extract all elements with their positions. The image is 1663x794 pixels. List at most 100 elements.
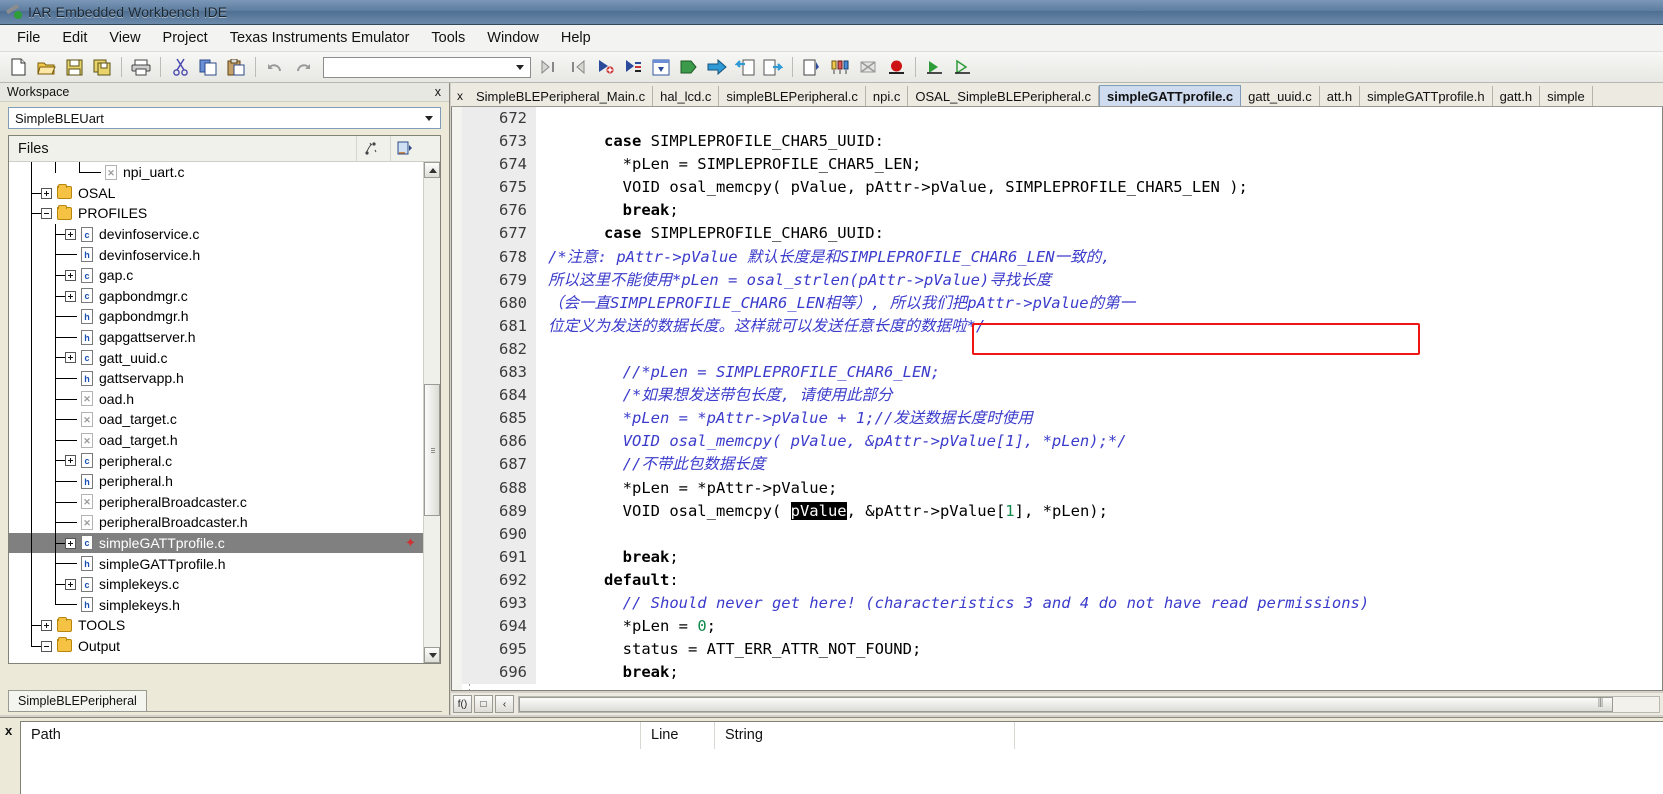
- editor-tab-npi-c[interactable]: npi.c: [866, 86, 908, 106]
- run-to-cursor-icon[interactable]: [950, 55, 976, 80]
- overview-icon[interactable]: [363, 141, 379, 157]
- tree-item-oad-target-h[interactable]: ✕oad_target.h: [9, 430, 423, 451]
- stop-build-icon[interactable]: [732, 55, 758, 80]
- code-line[interactable]: 689 VOID osal_memcpy( pValue, &pAttr->pV…: [462, 500, 1662, 523]
- print-icon[interactable]: [128, 55, 154, 80]
- expand-icon[interactable]: [65, 352, 76, 363]
- tree-item-devinfoservice-h[interactable]: hdevinfoservice.h: [9, 244, 423, 265]
- code-line[interactable]: 674 *pLen = SIMPLEPROFILE_CHAR5_LEN;: [462, 153, 1662, 176]
- find-combo[interactable]: [323, 57, 531, 78]
- expand-icon[interactable]: [65, 270, 76, 281]
- editor-tab-simplebleperipheral-main-c[interactable]: SimpleBLEPeripheral_Main.c: [469, 86, 653, 106]
- editor-tab-att-h[interactable]: att.h: [1320, 86, 1360, 106]
- code-line[interactable]: 695 status = ATT_ERR_ATTR_NOT_FOUND;: [462, 638, 1662, 661]
- goto-bookmark-icon[interactable]: [620, 55, 646, 80]
- workspace-tab-simplebleperipheral[interactable]: SimpleBLEPeripheral: [8, 690, 147, 711]
- split-view-button[interactable]: □: [474, 695, 493, 713]
- column-string[interactable]: String: [715, 722, 1015, 749]
- hscroll-track[interactable]: [518, 696, 1660, 713]
- collapse-icon[interactable]: [41, 641, 52, 652]
- tree-item-gattservapp-h[interactable]: hgattservapp.h: [9, 368, 423, 389]
- editor-tab-hal-lcd-c[interactable]: hal_lcd.c: [653, 86, 719, 106]
- code-line[interactable]: 672: [462, 107, 1662, 130]
- close-icon[interactable]: x: [5, 723, 12, 738]
- disable-breakpoints-icon[interactable]: [855, 55, 881, 80]
- run-icon[interactable]: [922, 55, 948, 80]
- copy-icon[interactable]: [195, 55, 221, 80]
- tree-item-gapgattserver-h[interactable]: hgapgattserver.h: [9, 327, 423, 348]
- editor-tab-osal-simplebleperipheral-c[interactable]: OSAL_SimpleBLEPeripheral.c: [908, 86, 1099, 106]
- code-line[interactable]: 683 //*pLen = SIMPLEPROFILE_CHAR6_LEN;: [462, 361, 1662, 384]
- tree-item-gatt-uuid-c[interactable]: cgatt_uuid.c: [9, 347, 423, 368]
- tree-item-profiles[interactable]: PROFILES: [9, 203, 423, 224]
- macro-icon[interactable]: [827, 55, 853, 80]
- code-line[interactable]: 681位定义为发送的数据长度。这样就可以发送任意长度的数据啦*/: [462, 315, 1662, 338]
- editor-horizontal-scrollbar[interactable]: f() □ ‹: [451, 693, 1663, 715]
- code-line[interactable]: 691 break;: [462, 546, 1662, 569]
- tree-item-npi-uart-c[interactable]: ✕npi_uart.c: [9, 162, 423, 183]
- close-icon[interactable]: x: [435, 85, 441, 99]
- code-line[interactable]: 682: [462, 338, 1662, 361]
- file-tree-scrollbar[interactable]: [423, 162, 440, 663]
- menu-texas-instruments-emulator[interactable]: Texas Instruments Emulator: [219, 27, 421, 49]
- editor-tab-simple[interactable]: simple: [1540, 86, 1593, 106]
- tree-item-gapbondmgr-c[interactable]: cgapbondmgr.c: [9, 286, 423, 307]
- tree-item-oad-target-c[interactable]: ✕oad_target.c: [9, 409, 423, 430]
- scroll-up-icon[interactable]: [424, 162, 440, 178]
- code-line[interactable]: 690: [462, 523, 1662, 546]
- expand-icon[interactable]: [65, 538, 76, 549]
- tree-item-simplekeys-c[interactable]: csimplekeys.c: [9, 574, 423, 595]
- close-icon[interactable]: x: [451, 86, 469, 106]
- code-line[interactable]: 684 /*如果想发送带包长度, 请使用此部分: [462, 384, 1662, 407]
- tree-item-osal[interactable]: OSAL: [9, 183, 423, 204]
- code-line[interactable]: 673 case SIMPLEPROFILE_CHAR5_UUID:: [462, 130, 1662, 153]
- editor-tab-gatt-h[interactable]: gatt.h: [1493, 86, 1541, 106]
- hscroll-thumb[interactable]: [519, 697, 1613, 712]
- make-icon[interactable]: [676, 55, 702, 80]
- save-icon[interactable]: [61, 55, 87, 80]
- tree-item-peripheral-c[interactable]: cperipheral.c: [9, 450, 423, 471]
- editor-tab-gatt-uuid-c[interactable]: gatt_uuid.c: [1241, 86, 1320, 106]
- tree-item-peripheralbroadcaster-h[interactable]: ✕peripheralBroadcaster.h: [9, 512, 423, 533]
- expand-icon[interactable]: [65, 579, 76, 590]
- column-path[interactable]: Path: [21, 722, 641, 749]
- menu-file[interactable]: File: [6, 27, 51, 49]
- code-line[interactable]: 696 break;: [462, 661, 1662, 684]
- editor-tab-simplegattprofile-c[interactable]: simpleGATTprofile.c: [1099, 85, 1241, 106]
- code-editor[interactable]: 672673 case SIMPLEPROFILE_CHAR5_UUID:674…: [451, 107, 1663, 691]
- menu-help[interactable]: Help: [550, 27, 602, 49]
- redo-icon[interactable]: [290, 55, 316, 80]
- project-selector[interactable]: SimpleBLEUart: [8, 107, 441, 129]
- code-line[interactable]: 676 break;: [462, 199, 1662, 222]
- function-button[interactable]: f(): [453, 695, 472, 713]
- code-line[interactable]: 677 case SIMPLEPROFILE_CHAR6_UUID:: [462, 222, 1662, 245]
- code-line[interactable]: 694 *pLen = 0;: [462, 615, 1662, 638]
- toggle-bookmark-icon[interactable]: [592, 55, 618, 80]
- find-next-icon[interactable]: [564, 55, 590, 80]
- undo-icon[interactable]: [262, 55, 288, 80]
- code-line[interactable]: 692 default:: [462, 569, 1662, 592]
- expand-icon[interactable]: [41, 188, 52, 199]
- collapse-icon[interactable]: [41, 208, 52, 219]
- tree-item-oad-h[interactable]: ✕oad.h: [9, 389, 423, 410]
- find-previous-icon[interactable]: [536, 55, 562, 80]
- tree-item-gapbondmgr-h[interactable]: hgapbondmgr.h: [9, 306, 423, 327]
- code-line[interactable]: 686 VOID osal_memcpy( pValue, &pAttr->pV…: [462, 430, 1662, 453]
- menu-project[interactable]: Project: [152, 27, 219, 49]
- tree-item-simplekeys-h[interactable]: hsimplekeys.h: [9, 594, 423, 615]
- menu-view[interactable]: View: [98, 27, 151, 49]
- tree-item-simplegattprofile-c[interactable]: csimpleGATTprofile.c✦: [9, 533, 423, 554]
- code-line[interactable]: 678/*注意: pAttr->pValue 默认长度是和SIMPLEPROFI…: [462, 246, 1662, 269]
- file-tree[interactable]: ✕npi_uart.cOSALPROFILEScdevinfoservice.c…: [9, 162, 423, 663]
- next-statement-icon[interactable]: [760, 55, 786, 80]
- code-line[interactable]: 685 *pLen = *pAttr->pValue + 1;//发送数据长度时…: [462, 407, 1662, 430]
- expand-icon[interactable]: [65, 229, 76, 240]
- code-line[interactable]: 687 //不带此包数据长度: [462, 453, 1662, 476]
- open-folder-icon[interactable]: [33, 55, 59, 80]
- scrollbar-thumb[interactable]: [424, 384, 440, 516]
- tree-item-gap-c[interactable]: cgap.c: [9, 265, 423, 286]
- tree-item-simplegattprofile-h[interactable]: hsimpleGATTprofile.h: [9, 553, 423, 574]
- menu-tools[interactable]: Tools: [420, 27, 476, 49]
- code-line[interactable]: 675 VOID osal_memcpy( pValue, pAttr->pVa…: [462, 176, 1662, 199]
- breakpoint-list-icon[interactable]: [799, 55, 825, 80]
